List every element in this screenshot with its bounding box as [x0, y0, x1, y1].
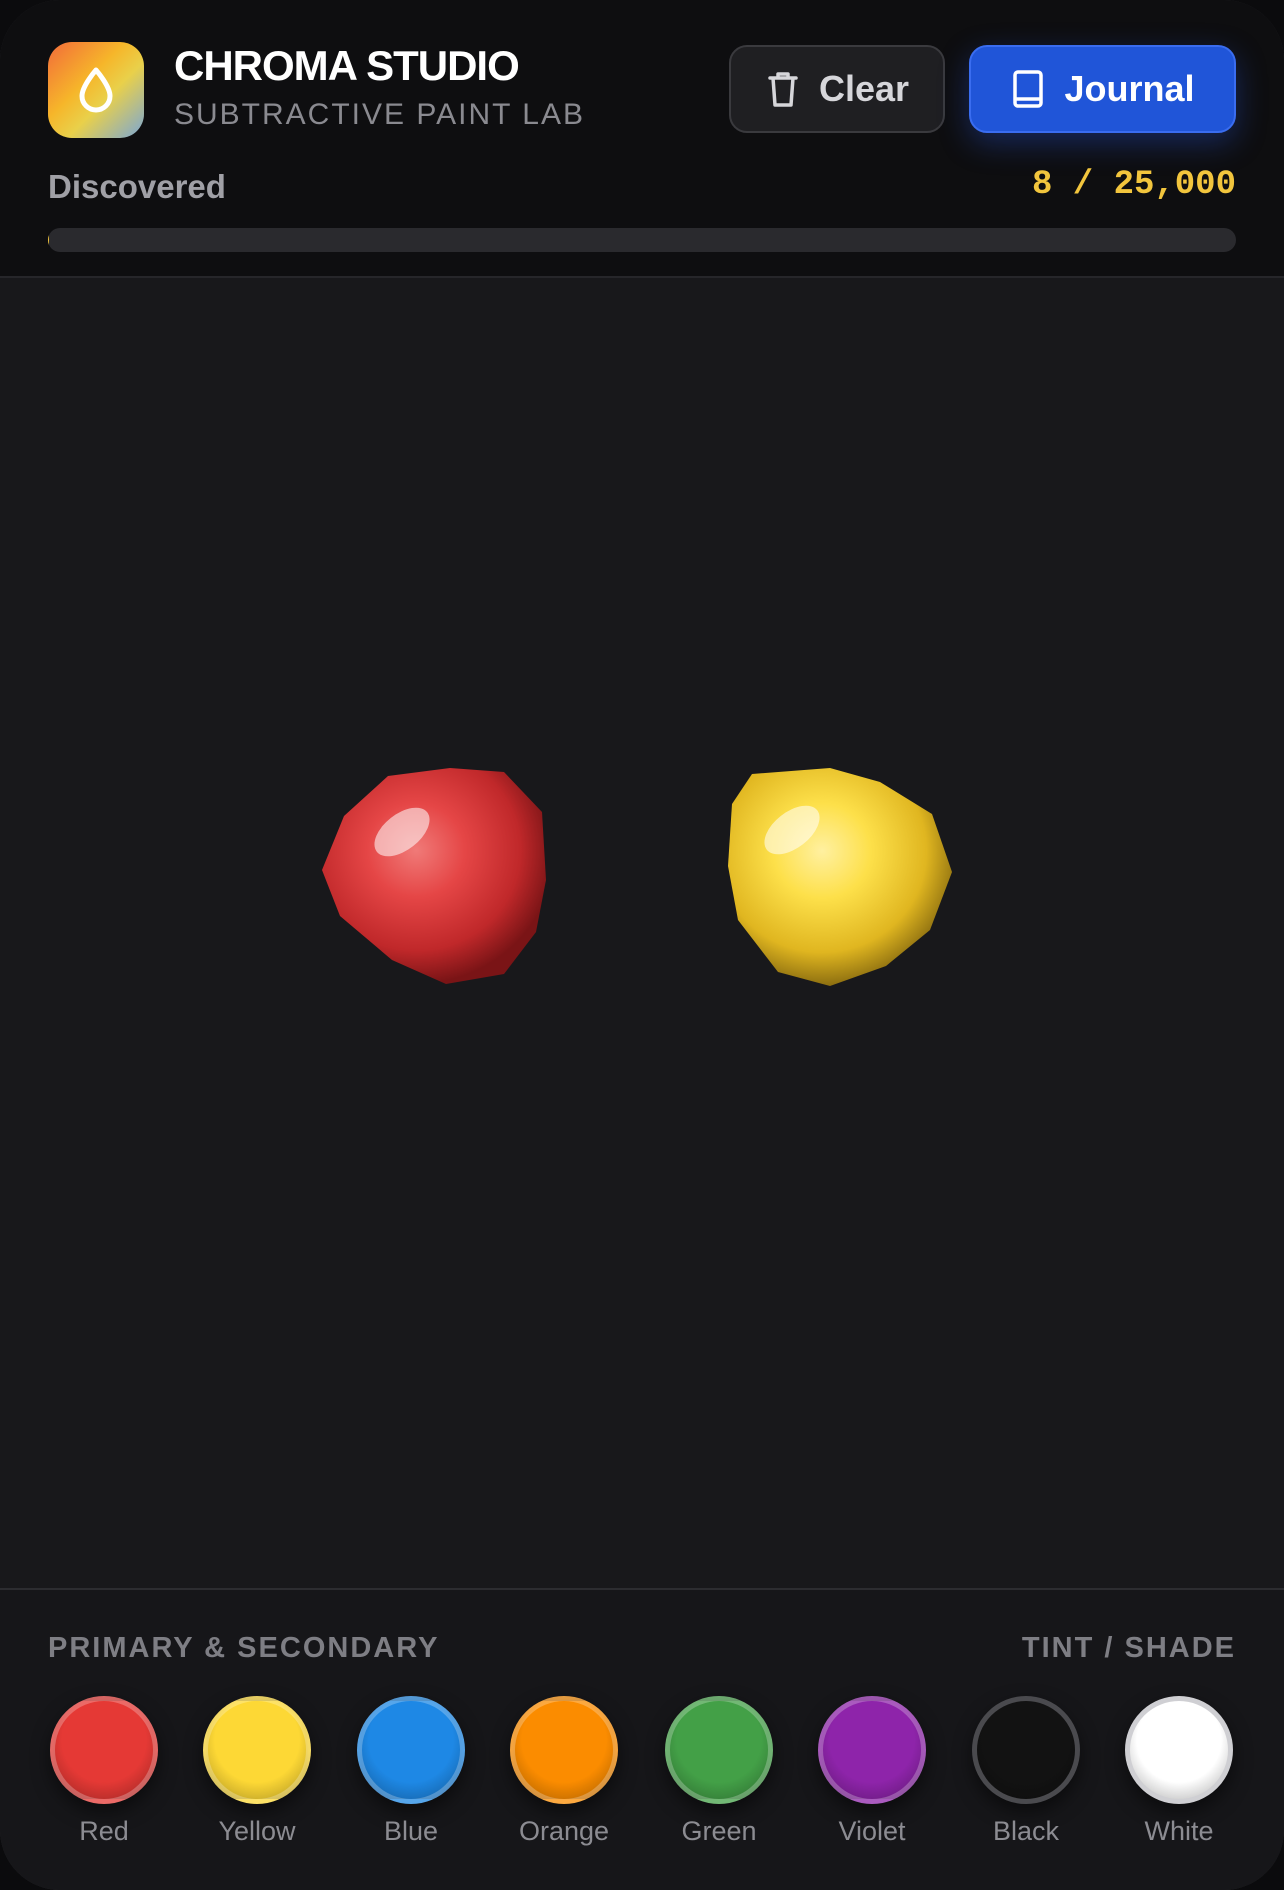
color-palette: PRIMARY & SECONDARY TINT / SHADE Red Yel… [0, 1588, 1284, 1890]
journal-button[interactable]: Journal [969, 45, 1236, 133]
swatch-yellow-circle[interactable] [203, 1696, 311, 1804]
paint-drop-icon [48, 42, 144, 138]
swatch-black[interactable]: Black [949, 1696, 1103, 1847]
swatch-white-label: White [1144, 1816, 1214, 1846]
book-icon [1010, 68, 1046, 110]
swatch-violet-label: Violet [838, 1816, 906, 1846]
swatch-white[interactable]: White [1102, 1696, 1256, 1847]
swatch-red[interactable]: Red [27, 1696, 181, 1847]
swatch-red-circle[interactable] [50, 1696, 158, 1804]
discovered-label: Discovered [48, 168, 226, 205]
journal-button-label: Journal [1064, 68, 1195, 109]
header-bar: CHROMA STUDIO SUBTRACTIVE PAINT LAB Clea… [0, 0, 1284, 278]
swatch-green-circle[interactable] [665, 1696, 773, 1804]
mixing-canvas[interactable] [0, 278, 1284, 1588]
swatch-red-label: Red [79, 1816, 129, 1846]
clear-button-label: Clear [818, 68, 910, 109]
app-window: CHROMA STUDIO SUBTRACTIVE PAINT LAB Clea… [0, 0, 1284, 1890]
paint-blob-yellow[interactable] [722, 760, 958, 996]
discovery-progress-bar [48, 228, 1236, 252]
swatch-orange-circle[interactable] [510, 1696, 618, 1804]
swatch-blue[interactable]: Blue [334, 1696, 488, 1847]
swatch-green[interactable]: Green [642, 1696, 796, 1847]
swatch-green-label: Green [681, 1816, 757, 1846]
swatch-orange-label: Orange [518, 1816, 610, 1846]
trash-icon [765, 69, 801, 109]
swatch-black-label: Black [992, 1816, 1060, 1846]
swatch-white-circle[interactable] [1125, 1696, 1233, 1804]
app-title: CHROMA STUDIO [174, 42, 520, 89]
clear-button[interactable]: Clear [729, 45, 945, 133]
swatch-blue-circle[interactable] [357, 1696, 465, 1804]
primary-secondary-heading: PRIMARY & SECONDARY [48, 1632, 440, 1664]
tint-shade-heading: TINT / SHADE [1021, 1632, 1236, 1664]
swatch-black-circle[interactable] [972, 1696, 1080, 1804]
swatch-blue-label: Blue [383, 1816, 439, 1846]
app-subtitle: SUBTRACTIVE PAINT LAB [174, 98, 585, 131]
swatch-yellow[interactable]: Yellow [180, 1696, 334, 1847]
swatch-violet-circle[interactable] [818, 1696, 926, 1804]
swatch-orange[interactable]: Orange [487, 1696, 641, 1847]
paint-blob-red[interactable] [318, 760, 554, 996]
swatch-violet[interactable]: Violet [795, 1696, 949, 1847]
discovered-count: 8 / 25,000 [1031, 166, 1236, 204]
swatch-yellow-label: Yellow [218, 1816, 296, 1846]
